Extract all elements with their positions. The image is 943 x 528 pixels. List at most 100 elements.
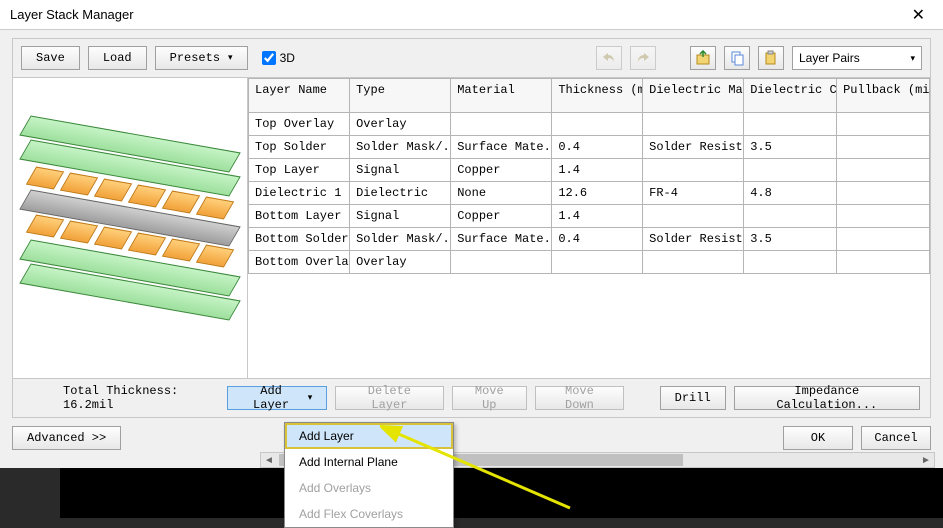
table-row[interactable]: Bottom SolderSolder Mask/...Surface Mate… (249, 228, 930, 251)
column-header[interactable]: Pullback (mi (837, 79, 930, 113)
window-title: Layer Stack Manager (10, 7, 904, 22)
table-cell[interactable] (552, 251, 643, 274)
table-cell[interactable] (451, 113, 552, 136)
table-cell[interactable] (552, 113, 643, 136)
load-button[interactable]: Load (88, 46, 147, 70)
table-cell[interactable]: Overlay (350, 251, 451, 274)
table-cell[interactable] (837, 136, 930, 159)
close-icon[interactable]: ✕ (904, 5, 933, 25)
add-layer-menu[interactable]: Add LayerAdd Internal PlaneAdd OverlaysA… (284, 422, 454, 528)
table-cell[interactable] (744, 159, 837, 182)
table-cell[interactable]: Dielectric (350, 182, 451, 205)
table-cell[interactable]: Bottom Overlay (249, 251, 350, 274)
table-row[interactable]: Top SolderSolder Mask/...Surface Mate...… (249, 136, 930, 159)
cancel-button[interactable]: Cancel (861, 426, 931, 450)
three-d-checkbox[interactable]: 3D (262, 51, 295, 65)
table-header-row: Layer NameTypeMaterialThickness (mil)Die… (249, 79, 930, 113)
redo-icon[interactable] (630, 46, 656, 70)
menu-item: Add Overlays (285, 475, 453, 501)
table-cell[interactable] (837, 228, 930, 251)
table-cell[interactable]: Signal (350, 205, 451, 228)
table-cell[interactable]: Top Solder (249, 136, 350, 159)
add-layer-dropdown[interactable]: Add Layer (227, 386, 327, 410)
table-cell[interactable]: 0.4 (552, 228, 643, 251)
delete-layer-button[interactable]: Delete Layer (335, 386, 443, 410)
table-cell[interactable]: Surface Mate... (451, 228, 552, 251)
table-row[interactable]: Bottom OverlayOverlay (249, 251, 930, 274)
undo-icon[interactable] (596, 46, 622, 70)
column-header[interactable]: Dielectric Constant (744, 79, 837, 113)
table-cell[interactable] (643, 159, 744, 182)
table-cell[interactable]: 0.4 (552, 136, 643, 159)
layer-table[interactable]: Layer NameTypeMaterialThickness (mil)Die… (248, 78, 930, 274)
table-cell[interactable]: 4.8 (744, 182, 837, 205)
drill-button[interactable]: Drill (660, 386, 726, 410)
table-cell[interactable]: Top Overlay (249, 113, 350, 136)
table-cell[interactable]: Copper (451, 159, 552, 182)
table-cell[interactable]: Bottom Layer (249, 205, 350, 228)
ok-button[interactable]: OK (783, 426, 853, 450)
table-cell[interactable]: Solder Mask/... (350, 136, 451, 159)
table-cell[interactable] (643, 113, 744, 136)
move-up-button[interactable]: Move Up (452, 386, 528, 410)
scroll-left-icon[interactable]: ◄ (261, 455, 277, 466)
table-cell[interactable]: Solder Resist (643, 136, 744, 159)
table-cell[interactable]: Solder Resist (643, 228, 744, 251)
menu-item[interactable]: Add Internal Plane (285, 449, 453, 475)
column-header[interactable]: Dielectric Material (643, 79, 744, 113)
table-row[interactable]: Top LayerSignalCopper1.4 (249, 159, 930, 182)
presets-dropdown[interactable]: Presets (155, 46, 248, 70)
table-cell[interactable]: Dielectric 1 (249, 182, 350, 205)
menu-item: Add Flex Coverlays (285, 501, 453, 527)
table-cell[interactable]: Copper (451, 205, 552, 228)
table-cell[interactable] (744, 113, 837, 136)
table-cell[interactable]: FR-4 (643, 182, 744, 205)
column-header[interactable]: Layer Name (249, 79, 350, 113)
table-cell[interactable]: Overlay (350, 113, 451, 136)
totals-row: Total Thickness: 16.2mil Add Layer Delet… (12, 378, 931, 418)
background-band (60, 468, 943, 518)
titlebar: Layer Stack Manager ✕ (0, 0, 943, 30)
table-row[interactable]: Top OverlayOverlay (249, 113, 930, 136)
table-cell[interactable] (837, 182, 930, 205)
table-cell[interactable]: Signal (350, 159, 451, 182)
content-row: Layer NameTypeMaterialThickness (mil)Die… (12, 78, 931, 378)
footer: Advanced >> OK Cancel (12, 426, 931, 450)
copy-icon[interactable] (724, 46, 750, 70)
column-header[interactable]: Thickness (mil) (552, 79, 643, 113)
table-cell[interactable]: 12.6 (552, 182, 643, 205)
table-cell[interactable] (837, 159, 930, 182)
table-cell[interactable]: 3.5 (744, 136, 837, 159)
three-d-input[interactable] (262, 51, 276, 65)
table-cell[interactable]: 3.5 (744, 228, 837, 251)
move-down-button[interactable]: Move Down (535, 386, 624, 410)
table-row[interactable]: Dielectric 1DielectricNone12.6FR-44.8 (249, 182, 930, 205)
scroll-right-icon[interactable]: ► (918, 455, 934, 466)
table-cell[interactable]: 1.4 (552, 159, 643, 182)
table-cell[interactable] (744, 205, 837, 228)
table-cell[interactable] (837, 251, 930, 274)
menu-item[interactable]: Add Layer (285, 423, 453, 449)
import-icon[interactable] (690, 46, 716, 70)
table-row[interactable]: Bottom LayerSignalCopper1.4 (249, 205, 930, 228)
table-cell[interactable] (837, 205, 930, 228)
impedance-button[interactable]: Impedance Calculation... (734, 386, 920, 410)
table-cell[interactable]: Surface Mate... (451, 136, 552, 159)
table-cell[interactable]: Top Layer (249, 159, 350, 182)
table-cell[interactable] (643, 251, 744, 274)
advanced-button[interactable]: Advanced >> (12, 426, 121, 450)
paste-icon[interactable] (758, 46, 784, 70)
table-cell[interactable] (837, 113, 930, 136)
layer-pairs-select[interactable]: Layer Pairs ▾ (792, 46, 922, 70)
table-cell[interactable]: None (451, 182, 552, 205)
table-cell[interactable]: Bottom Solder (249, 228, 350, 251)
save-button[interactable]: Save (21, 46, 80, 70)
table-cell[interactable]: Solder Mask/... (350, 228, 451, 251)
table-cell[interactable]: 1.4 (552, 205, 643, 228)
column-header[interactable]: Material (451, 79, 552, 113)
column-header[interactable]: Type (350, 79, 451, 113)
table-cell[interactable] (643, 205, 744, 228)
table-cell[interactable] (744, 251, 837, 274)
chevron-down-icon: ▾ (910, 53, 915, 64)
table-cell[interactable] (451, 251, 552, 274)
